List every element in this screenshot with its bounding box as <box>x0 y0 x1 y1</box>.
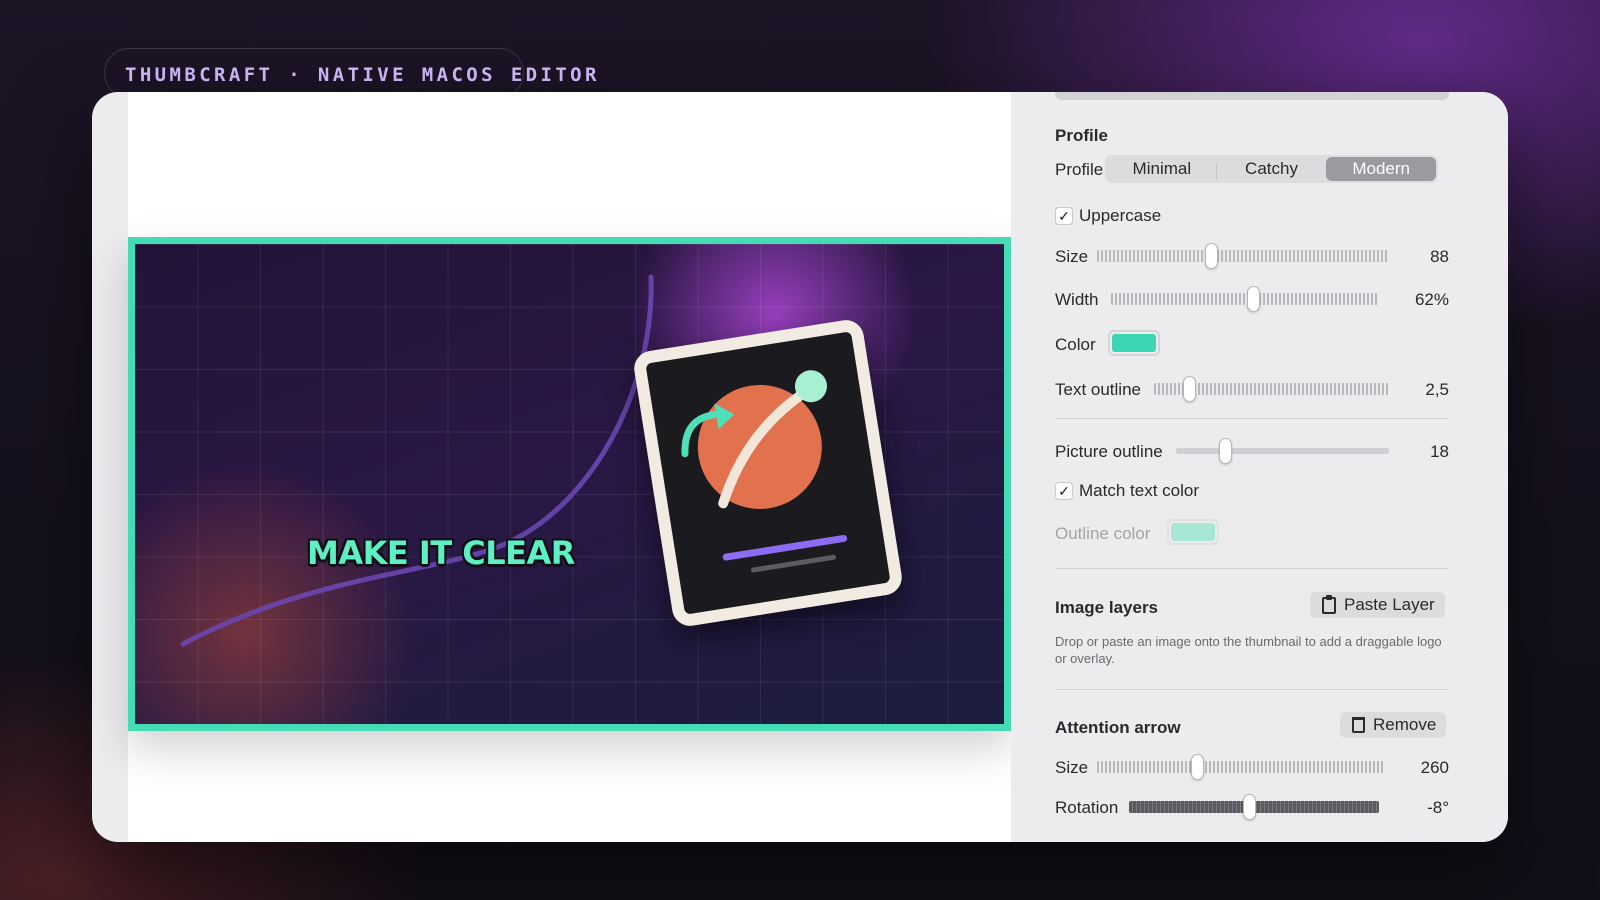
size-value: 88 <box>1430 247 1449 266</box>
thumbnail-frame[interactable]: MAKE IT CLEAR <box>128 237 1011 731</box>
arrow-size-value: 260 <box>1420 758 1449 777</box>
arrow-size-slider-knob[interactable] <box>1191 754 1205 780</box>
editor-window: MAKE IT CLEAR Profile Profile Minimal Ca… <box>92 92 1508 842</box>
width-slider-knob[interactable] <box>1247 286 1261 312</box>
match-text-color-label: Match text color <box>1079 481 1199 500</box>
attention-arrow-title: Attention arrow <box>1055 718 1181 737</box>
size-label: Size <box>1055 247 1089 266</box>
thumbnail-preview[interactable]: MAKE IT CLEAR <box>135 244 1004 724</box>
paste-layer-button[interactable]: Paste Layer <box>1310 592 1445 618</box>
profile-option-modern[interactable]: Modern <box>1326 157 1437 181</box>
color-swatch-fill <box>1112 334 1156 352</box>
outline-color-swatch-fill <box>1171 523 1215 541</box>
text-outline-slider[interactable] <box>1154 376 1389 402</box>
match-text-color-row: ✓ Match text color <box>1055 481 1199 501</box>
width-slider[interactable] <box>1111 286 1379 312</box>
divider <box>1055 689 1449 690</box>
profile-option-minimal[interactable]: Minimal <box>1107 157 1217 181</box>
profile-section-title: Profile <box>1055 126 1108 145</box>
arrow-rotation-slider-knob[interactable] <box>1243 794 1256 820</box>
size-slider-track <box>1097 250 1389 262</box>
arrow-rotation-value: -8° <box>1427 798 1449 817</box>
profile-segmented-control[interactable]: Minimal Catchy Modern <box>1105 155 1438 183</box>
checkmark-icon: ✓ <box>1058 208 1070 224</box>
divider <box>1055 418 1449 419</box>
uppercase-row: ✓ Uppercase <box>1055 206 1161 226</box>
arrow-size-slider[interactable] <box>1097 754 1384 780</box>
image-layers-hint: Drop or paste an image onto the thumbnai… <box>1055 634 1442 666</box>
thumbnail-headline[interactable]: MAKE IT CLEAR <box>307 534 575 572</box>
scrollbar[interactable] <box>1055 92 1449 100</box>
color-swatch[interactable] <box>1108 330 1160 356</box>
profile-label: Profile <box>1055 160 1104 179</box>
inspector-sidebar: Profile Profile Minimal Catchy Modern ✓ … <box>1011 92 1508 842</box>
profile-option-catchy[interactable]: Catchy <box>1217 157 1327 181</box>
arrow-rotation-label: Rotation <box>1055 798 1119 817</box>
arrow-size-label: Size <box>1055 758 1089 777</box>
picture-outline-value: 18 <box>1430 442 1449 461</box>
divider <box>1055 568 1449 569</box>
remove-label: Remove <box>1373 715 1437 734</box>
arrow-size-slider-track <box>1097 761 1384 773</box>
color-label: Color <box>1055 335 1096 354</box>
width-value: 62% <box>1414 290 1449 309</box>
picture-outline-slider-track <box>1176 448 1389 454</box>
size-slider[interactable] <box>1097 243 1389 269</box>
outline-color-swatch <box>1167 519 1219 545</box>
size-slider-knob[interactable] <box>1204 243 1218 269</box>
outline-color-label: Outline color <box>1055 524 1151 543</box>
picture-outline-label: Picture outline <box>1055 442 1163 461</box>
width-label: Width <box>1055 290 1099 309</box>
text-outline-label: Text outline <box>1055 380 1141 399</box>
clipboard-icon <box>1322 594 1336 614</box>
thumbnail-logo-layer[interactable] <box>631 317 905 629</box>
uppercase-checkbox[interactable]: ✓ <box>1055 207 1073 225</box>
remove-arrow-button[interactable]: Remove <box>1340 712 1447 738</box>
image-layers-title: Image layers <box>1055 598 1159 617</box>
arrow-rotation-slider[interactable] <box>1129 794 1379 820</box>
checkmark-icon: ✓ <box>1058 483 1070 499</box>
match-text-color-checkbox[interactable]: ✓ <box>1055 482 1073 500</box>
width-slider-track <box>1111 293 1379 305</box>
picture-outline-slider-knob[interactable] <box>1218 438 1232 464</box>
brand-label: THUMBCRAFT · NATIVE MACOS EDITOR <box>125 64 600 86</box>
picture-outline-slider[interactable] <box>1176 438 1389 464</box>
trash-icon <box>1352 717 1365 733</box>
planet-icon <box>681 370 848 573</box>
text-outline-value: 2,5 <box>1425 380 1449 399</box>
paste-layer-label: Paste Layer <box>1344 595 1435 614</box>
text-outline-slider-knob[interactable] <box>1183 376 1197 402</box>
uppercase-label: Uppercase <box>1079 206 1162 225</box>
